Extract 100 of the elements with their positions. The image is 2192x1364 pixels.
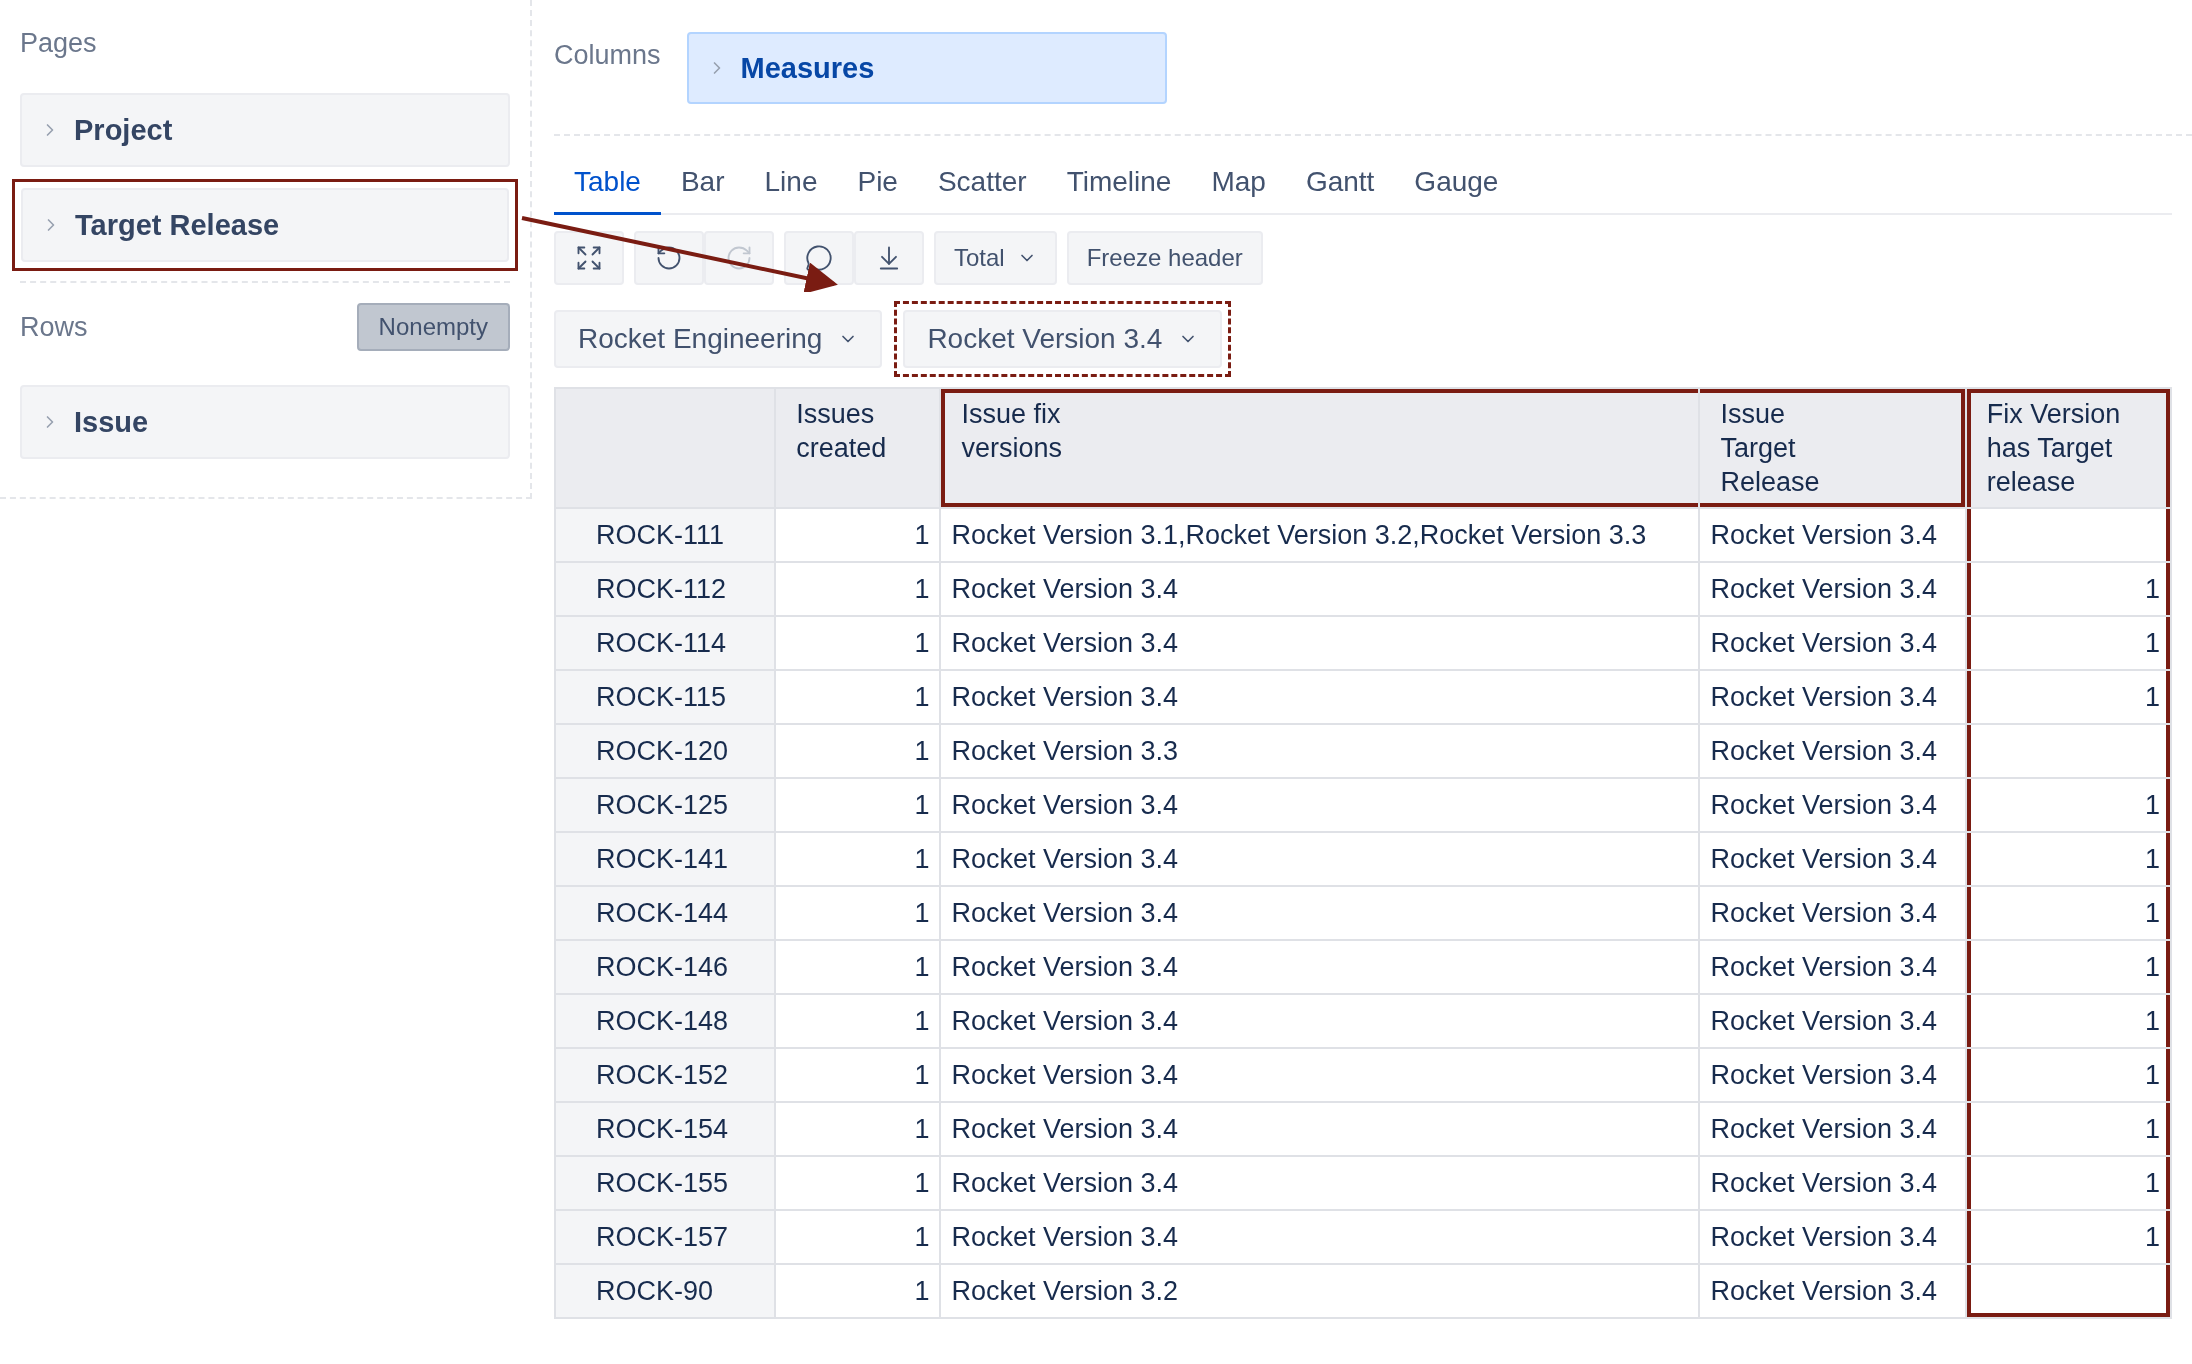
comment-icon: [805, 244, 833, 272]
dimension-label: Target Release: [75, 208, 280, 242]
view-tab[interactable]: Gantt: [1285, 154, 1395, 215]
view-tab[interactable]: Map: [1191, 154, 1286, 215]
dimension-item[interactable]: Target Release: [21, 188, 509, 262]
section-title: Columns: [554, 39, 661, 72]
dimension-label: Measures: [740, 51, 875, 85]
download-button[interactable]: [854, 231, 924, 285]
row-header: ROCK-157: [555, 1210, 776, 1264]
table-cell: Rocket Version 3.4: [1699, 778, 1966, 832]
filter-dropdown[interactable]: Rocket Version 3.4: [903, 310, 1223, 368]
table-cell: 1: [1965, 940, 2171, 994]
table-cell: 1: [775, 616, 941, 670]
table-cell: 1: [775, 562, 941, 616]
nonempty-button[interactable]: Nonempty: [356, 303, 510, 351]
table-cell: Rocket Version 3.4: [940, 994, 1700, 1048]
table-cell: Rocket Version 3.4: [1699, 832, 1966, 886]
column-header: Issue Target Release: [1699, 388, 1966, 508]
table-cell: Rocket Version 3.4: [940, 670, 1700, 724]
table-cell: Rocket Version 3.4: [940, 1102, 1700, 1156]
table-cell: 1: [775, 778, 941, 832]
table-cell: 1: [775, 670, 941, 724]
table-cell: 1: [1965, 616, 2171, 670]
table-cell: 1: [1965, 1156, 2171, 1210]
table-cell: 1: [1965, 832, 2171, 886]
row-header: ROCK-125: [555, 778, 776, 832]
column-header: Issues created: [775, 388, 941, 508]
dimension-label: Issue: [74, 405, 149, 439]
table-cell: Rocket Version 3.4: [940, 562, 1700, 616]
view-tab[interactable]: Table: [554, 154, 661, 215]
table-cell: 1: [1965, 994, 2171, 1048]
view-tab[interactable]: Line: [744, 154, 838, 215]
table-cell: Rocket Version 3.4: [1699, 1048, 1966, 1102]
table-cell: Rocket Version 3.1,Rocket Version 3.2,Rocket Version 3.3: [940, 508, 1700, 562]
table-cell: 1: [775, 1048, 941, 1102]
table-cell: Rocket Version 3.4: [1699, 1264, 1966, 1318]
table-cell: 1: [775, 1102, 941, 1156]
redo-icon: [725, 244, 753, 272]
total-dropdown[interactable]: Total: [934, 231, 1057, 285]
row-header: ROCK-120: [555, 724, 776, 778]
row-header: ROCK-152: [555, 1048, 776, 1102]
table-cell: Rocket Version 3.4: [1699, 616, 1966, 670]
table-cell: 1: [1965, 778, 2171, 832]
table-cell: 1: [1965, 886, 2171, 940]
table-cell: Rocket Version 3.2: [940, 1264, 1700, 1318]
row-header: ROCK-144: [555, 886, 776, 940]
dimension-label: Project: [74, 113, 173, 147]
column-header: Issue fix versions: [940, 388, 1700, 508]
row-header: ROCK-146: [555, 940, 776, 994]
table-cell: Rocket Version 3.4: [940, 1156, 1700, 1210]
table-cell: 1: [775, 1156, 941, 1210]
view-tab[interactable]: Scatter: [917, 154, 1047, 215]
table-cell: Rocket Version 3.4: [940, 1210, 1700, 1264]
table-cell: 1: [775, 1210, 941, 1264]
table-cell: 1: [1965, 1210, 2171, 1264]
table-cell: Rocket Version 3.4: [1699, 1102, 1966, 1156]
row-header: ROCK-141: [555, 832, 776, 886]
table-cell: 1: [1965, 1048, 2171, 1102]
table-cell: Rocket Version 3.4: [940, 616, 1700, 670]
table-cell: Rocket Version 3.4: [1699, 1156, 1966, 1210]
dimension-item[interactable]: Issue: [20, 385, 510, 459]
view-tab[interactable]: Gauge: [1394, 154, 1519, 215]
view-tab[interactable]: Bar: [660, 154, 745, 215]
expand-button[interactable]: [554, 231, 624, 285]
table-cell: 1: [775, 832, 941, 886]
table-cell: Rocket Version 3.4: [1699, 886, 1966, 940]
table-cell: Rocket Version 3.4: [940, 886, 1700, 940]
table-cell: 1: [775, 724, 941, 778]
table-cell: 1: [775, 1264, 941, 1318]
undo-button[interactable]: [634, 231, 704, 285]
view-tab[interactable]: Pie: [837, 154, 918, 215]
row-header: ROCK-155: [555, 1156, 776, 1210]
table-cell: 1: [1965, 670, 2171, 724]
table-cell: Rocket Version 3.4: [940, 832, 1700, 886]
table-cell: Rocket Version 3.3: [940, 724, 1700, 778]
table-cell: Rocket Version 3.4: [1699, 670, 1966, 724]
table-cell: Rocket Version 3.4: [940, 1048, 1700, 1102]
expand-icon: [575, 244, 603, 272]
row-header: ROCK-112: [555, 562, 776, 616]
column-header: Fix Version has Target release: [1965, 388, 2171, 508]
filter-dropdown[interactable]: Rocket Engineering: [554, 310, 883, 368]
section-title: Pages: [20, 28, 97, 59]
table-cell: 1: [1965, 1102, 2171, 1156]
row-header: ROCK-114: [555, 616, 776, 670]
freeze-header-button[interactable]: Freeze header: [1066, 231, 1263, 285]
row-header: ROCK-90: [555, 1264, 776, 1318]
row-header: ROCK-148: [555, 994, 776, 1048]
row-header: ROCK-154: [555, 1102, 776, 1156]
table-cell: Rocket Version 3.4: [940, 778, 1700, 832]
table-cell: Rocket Version 3.4: [940, 940, 1700, 994]
undo-icon: [655, 244, 683, 272]
table-cell: Rocket Version 3.4: [1699, 994, 1966, 1048]
view-tab[interactable]: Timeline: [1046, 154, 1192, 215]
table-cell: 1: [1965, 562, 2171, 616]
table-cell: Rocket Version 3.4: [1699, 940, 1966, 994]
dimension-item[interactable]: Project: [20, 93, 510, 167]
dimension-item[interactable]: Measures: [686, 32, 1167, 104]
table-cell: Rocket Version 3.4: [1699, 724, 1966, 778]
table-cell: Rocket Version 3.4: [1699, 508, 1966, 562]
table-cell: 1: [775, 994, 941, 1048]
